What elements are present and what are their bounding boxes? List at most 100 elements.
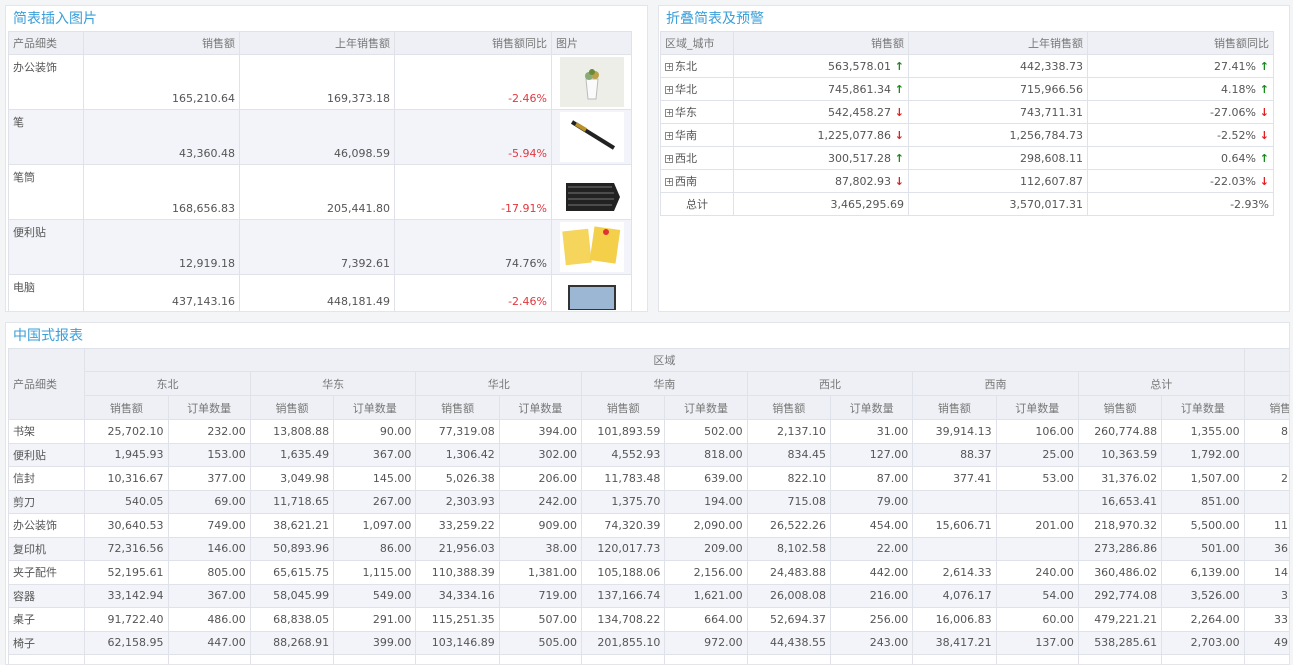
yoy-value: -27.06%: [1210, 105, 1256, 119]
value-cell: 26,008.08: [746, 583, 831, 608]
arrow-up-icon: ↑: [890, 151, 904, 165]
value-cell: 1,375.70: [581, 489, 666, 514]
value-cell: [746, 654, 831, 664]
value-cell: 87.00: [829, 466, 914, 491]
value-cell: [664, 654, 748, 664]
value-cell: 33,796.9: [1243, 607, 1289, 632]
sales-cell: 745,861.34 ↑: [733, 77, 909, 101]
last-year-sales-cell: 448,181.49: [239, 274, 395, 311]
measure-header: 销售额: [1077, 395, 1163, 420]
cn-report-panel: 中国式报表 产品细类 区域 东北 华东 华北 华南 西北 西南 总计 销售额 订单数量 销售额 订单数量…: [5, 322, 1290, 665]
last-year-sales-cell: 298,608.11: [908, 146, 1088, 170]
expand-icon[interactable]: +: [665, 63, 673, 71]
value-cell: [1243, 654, 1289, 664]
last-year-sales-cell: 46,098.59: [239, 109, 395, 165]
value-cell: 44,438.55: [746, 630, 831, 655]
value-cell: 90.00: [333, 419, 417, 444]
sales-cell: 563,578.01 ↑: [733, 54, 909, 78]
value-cell: 1,635.49: [249, 442, 335, 467]
value-cell: 10,316.67: [84, 466, 169, 491]
region-header: 西南: [912, 371, 1079, 396]
value-cell: 302.00: [498, 442, 583, 467]
arrow-down-icon: ↓: [890, 105, 904, 119]
measure-header: 销售额: [249, 395, 335, 420]
value-cell: 110,388.39: [415, 560, 500, 585]
table-row: 办公装饰 165,210.64 169,373.18 -2.46%: [8, 54, 632, 110]
yoy-cell: -5.94%: [394, 109, 552, 165]
category-cell: 夹子配件: [7, 560, 86, 585]
value-cell: 50,893.96: [249, 536, 335, 561]
column-header: 图片: [551, 31, 632, 55]
value-cell: 25.00: [995, 442, 1079, 467]
value-cell: 260,774.88: [1077, 419, 1163, 444]
category-cell: 容器: [7, 583, 86, 608]
value-cell: 127.00: [829, 442, 914, 467]
value-cell: 2,303.93: [415, 489, 500, 514]
category-cell: 桌子: [7, 607, 86, 632]
value-cell: 106.00: [995, 419, 1079, 444]
value-cell: 3,526.00: [1161, 583, 1245, 608]
region-header: 总计: [1077, 371, 1245, 396]
table-row: + 西北 300,517.28 ↑ 298,608.11 0.64% ↑: [660, 146, 1274, 170]
value-cell: 201,855.10: [581, 630, 666, 655]
value-cell: 8,102.58: [746, 536, 831, 561]
image-cell: [551, 109, 632, 165]
value-cell: 715.08: [746, 489, 831, 514]
expand-icon[interactable]: +: [665, 109, 673, 117]
yoy-cell: 27.41% ↑: [1087, 54, 1274, 78]
region-cell: + 华北: [660, 77, 734, 101]
sales-value: 87,802.93: [834, 174, 891, 188]
value-cell: 153.00: [167, 442, 251, 467]
value-cell: 146.00: [167, 536, 251, 561]
table-row: 夹子配件 52,195.61 805.00 65,615.75 1,115.00 110,…: [7, 560, 1289, 585]
table-row: 办公装饰 30,640.53 749.00 38,621.21 1,097.00 33,2…: [7, 513, 1289, 538]
value-cell: 13,808.88: [249, 419, 335, 444]
region-label: 华南: [675, 129, 697, 142]
expand-icon[interactable]: +: [665, 155, 673, 163]
column-header: 销售额同比: [394, 31, 552, 55]
value-cell: 2,264.00: [1161, 607, 1245, 632]
arrow-down-icon: ↓: [890, 128, 904, 142]
region-cell: + 东北: [660, 54, 734, 78]
measure-header: 订单数量: [167, 395, 251, 420]
total-label: 总计: [660, 192, 734, 216]
value-cell: 267.00: [333, 489, 417, 514]
category-cell: 便利贴: [7, 442, 86, 467]
value-cell: 137,166.74: [581, 583, 666, 608]
value-cell: [415, 654, 500, 664]
expand-icon[interactable]: +: [665, 86, 673, 94]
fold-table-panel: 折叠简表及预警 区域_城市 销售额 上年销售额 销售额同比 + 东北 563,578.01 …: [658, 5, 1290, 312]
value-cell: 5,500.00: [1161, 513, 1245, 538]
value-cell: 30,640.53: [84, 513, 169, 538]
value-cell: 240.00: [995, 560, 1079, 585]
value-cell: 72,316.56: [84, 536, 169, 561]
category-cell: 复印机: [7, 536, 86, 561]
value-cell: 2,998.0: [1243, 466, 1289, 491]
value-cell: 88,268.91: [249, 630, 335, 655]
value-cell: [249, 654, 335, 664]
arrow-down-icon: ↓: [1255, 174, 1269, 188]
value-cell: 243.00: [829, 630, 914, 655]
sales-value: 745,861.34: [827, 82, 891, 96]
expand-icon[interactable]: +: [665, 178, 673, 186]
value-cell: 134,708.22: [581, 607, 666, 632]
value-cell: 137.00: [995, 630, 1079, 655]
column-header: 销售额同比: [1087, 31, 1274, 55]
last-year-sales-cell: 112,607.87: [908, 169, 1088, 193]
pen-image: [559, 112, 624, 162]
expand-icon[interactable]: +: [665, 132, 673, 140]
value-cell: 91,722.40: [84, 607, 169, 632]
value-cell: [912, 489, 997, 514]
total-last-year: 3,570,017.31: [908, 192, 1088, 216]
value-cell: 33,259.22: [415, 513, 500, 538]
image-cell: [551, 274, 632, 311]
value-cell: 58,045.99: [249, 583, 335, 608]
value-cell: 486.00: [167, 607, 251, 632]
row-header: 产品细类: [7, 348, 86, 420]
value-cell: 38,417.21: [912, 630, 997, 655]
value-cell: 273,286.86: [1077, 536, 1163, 561]
value-cell: 6,139.00: [1161, 560, 1245, 585]
column-header: 区域_城市: [660, 31, 734, 55]
region-header: 东北: [84, 371, 251, 396]
value-cell: 22.00: [829, 536, 914, 561]
